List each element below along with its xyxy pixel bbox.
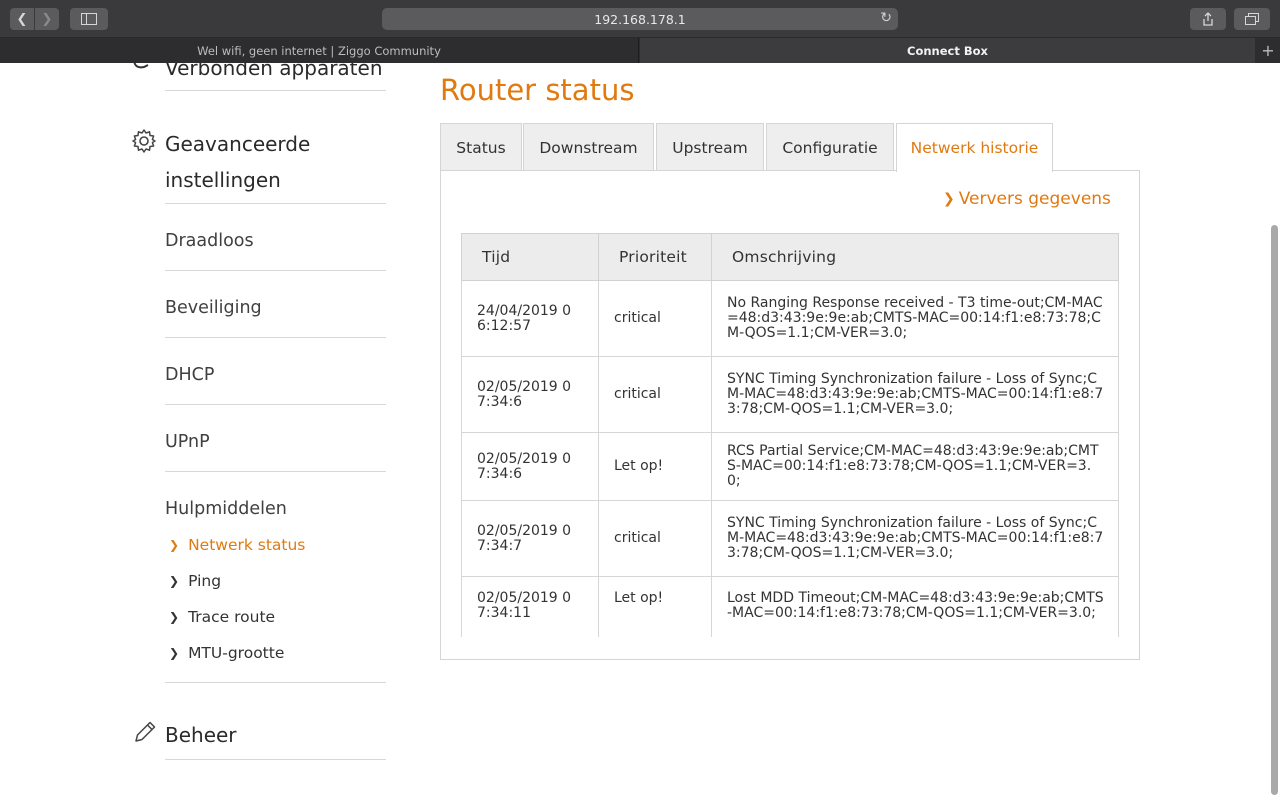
sidebar: Verbonden apparaten Geavanceerde instell… — [0, 63, 420, 800]
refresh-data-link[interactable]: ❯ Ververs gegevens — [943, 189, 1111, 209]
chevron-right-icon: ❯ — [169, 646, 180, 660]
sidebar-subitem-label: MTU-grootte — [188, 644, 285, 662]
chevron-right-icon: ❯ — [943, 191, 955, 207]
cell-priority: critical — [598, 356, 712, 433]
table-row: 02/05/2019 07:34:11 Let op! Lost MDD Tim… — [461, 576, 1119, 637]
divider — [165, 759, 386, 760]
sidebar-item-dhcp[interactable]: DHCP — [165, 365, 214, 385]
share-button[interactable] — [1190, 8, 1226, 30]
cell-priority: critical — [598, 500, 712, 577]
chevron-right-icon: ❯ — [169, 538, 180, 552]
cell-priority: critical — [598, 280, 712, 357]
cell-time: 02/05/2019 07:34:7 — [461, 500, 599, 577]
share-icon — [1203, 12, 1213, 26]
sidebar-subitem-network-status[interactable]: ❯ Netwerk status — [169, 536, 305, 554]
table-row: 02/05/2019 07:34:7 critical SYNC Timing … — [461, 500, 1119, 577]
sidebar-item-upnp[interactable]: UPnP — [165, 432, 210, 452]
column-header-time: Tijd — [461, 233, 599, 281]
url-text: 192.168.178.1 — [594, 11, 686, 27]
cell-description: Lost MDD Timeout;CM-MAC=48:d3:43:9e:9e:a… — [711, 576, 1119, 637]
gear-icon — [132, 129, 156, 153]
sidebar-item-tools[interactable]: Hulpmiddelen — [165, 499, 287, 519]
reload-icon[interactable]: ↻ — [880, 10, 892, 26]
divider — [165, 203, 386, 204]
tabs-icon — [1245, 13, 1259, 25]
browser-tab-active[interactable]: Connect Box — [640, 38, 1255, 63]
table-header-row: Tijd Prioriteit Omschrijving — [461, 233, 1119, 281]
cell-description: No Ranging Response received - T3 time-o… — [711, 280, 1119, 357]
tab-upstream[interactable]: Upstream — [656, 123, 764, 171]
sidebar-subitem-label: Ping — [188, 572, 222, 590]
page-content: Verbonden apparaten Geavanceerde instell… — [0, 63, 1280, 800]
cell-priority: Let op! — [598, 432, 712, 501]
divider — [165, 337, 386, 338]
forward-button[interactable]: ❯ — [35, 8, 59, 30]
cell-description: SYNC Timing Synchronization failure - Lo… — [711, 500, 1119, 577]
tab-downstream[interactable]: Downstream — [523, 123, 654, 171]
chevron-right-icon: ❯ — [169, 574, 180, 588]
cell-description: RCS Partial Service;CM-MAC=48:d3:43:9e:9… — [711, 432, 1119, 501]
tab-status[interactable]: Status — [440, 123, 522, 171]
column-header-description: Omschrijving — [711, 233, 1119, 281]
sidebar-icon — [81, 13, 97, 25]
page-scrollbar[interactable] — [1271, 225, 1278, 795]
tab-configuration[interactable]: Configuratie — [766, 123, 894, 171]
cell-time: 02/05/2019 07:34:6 — [461, 356, 599, 433]
sidebar-item-connected-devices[interactable]: Verbonden apparaten — [165, 63, 383, 80]
browser-toolbar: ❮ ❯ 192.168.178.1 ↻ — [0, 0, 1280, 38]
sidebar-subitem-label: Trace route — [188, 608, 276, 626]
cell-time: 02/05/2019 07:34:6 — [461, 432, 599, 501]
cell-time: 02/05/2019 07:34:11 — [461, 576, 599, 637]
refresh-label: Ververs gegevens — [958, 189, 1111, 209]
sidebar-subitem-trace-route[interactable]: ❯ Trace route — [169, 608, 275, 626]
sidebar-toggle-button[interactable] — [70, 8, 108, 30]
table-row: 02/05/2019 07:34:6 critical SYNC Timing … — [461, 356, 1119, 433]
sidebar-subitem-label: Netwerk status — [188, 536, 306, 554]
show-tabs-button[interactable] — [1234, 8, 1270, 30]
cell-time: 24/04/2019 06:12:57 — [461, 280, 599, 357]
chevron-right-icon: ❯ — [169, 610, 180, 624]
cell-priority: Let op! — [598, 576, 712, 637]
divider — [165, 90, 386, 91]
table-row: 02/05/2019 07:34:6 Let op! RCS Partial S… — [461, 432, 1119, 501]
browser-tab-bar: Wel wifi, geen internet | Ziggo Communit… — [0, 38, 1280, 63]
tab-network-history[interactable]: Netwerk historie — [896, 123, 1053, 172]
sidebar-item-wireless[interactable]: Draadloos — [165, 231, 254, 251]
sidebar-subitem-mtu-size[interactable]: ❯ MTU-grootte — [169, 644, 284, 662]
pencil-icon — [135, 721, 156, 742]
divider — [165, 404, 386, 405]
table-row: 24/04/2019 06:12:57 critical No Ranging … — [461, 280, 1119, 357]
divider — [165, 270, 386, 271]
sidebar-subitem-ping[interactable]: ❯ Ping — [169, 572, 221, 590]
divider — [165, 471, 386, 472]
column-header-priority: Prioriteit — [598, 233, 712, 281]
page-title: Router status — [440, 73, 635, 107]
sidebar-item-security[interactable]: Beveiliging — [165, 298, 262, 318]
new-tab-button[interactable]: + — [1256, 38, 1280, 63]
network-history-table: Tijd Prioriteit Omschrijving 24/04/2019 … — [461, 233, 1119, 637]
sidebar-section-advanced[interactable]: Geavanceerde — [165, 132, 310, 156]
back-button[interactable]: ❮ — [10, 8, 34, 30]
browser-tab[interactable]: Wel wifi, geen internet | Ziggo Communit… — [0, 38, 639, 63]
address-bar[interactable]: 192.168.178.1 ↻ — [382, 8, 898, 30]
sidebar-section-management[interactable]: Beheer — [165, 723, 237, 747]
divider — [165, 682, 386, 683]
devices-icon — [133, 63, 149, 69]
cell-description: SYNC Timing Synchronization failure - Lo… — [711, 356, 1119, 433]
sidebar-section-advanced-line2: instellingen — [165, 168, 281, 192]
